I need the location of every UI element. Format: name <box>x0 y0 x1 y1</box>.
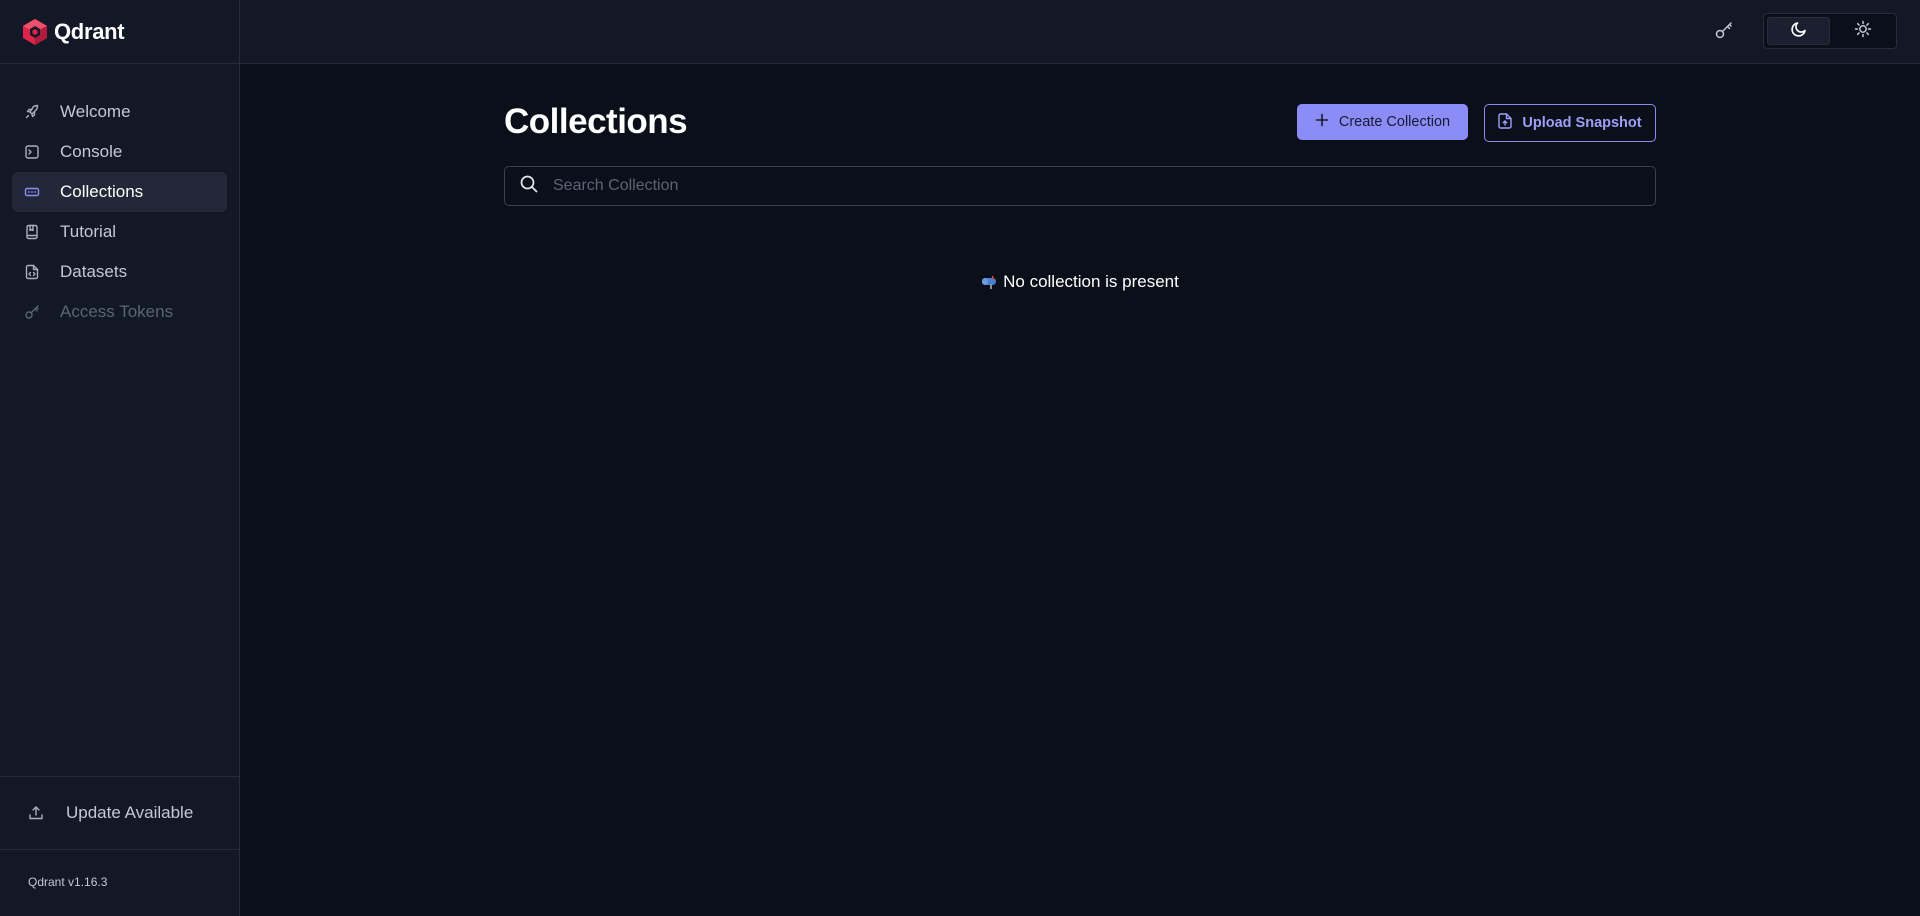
version-label: Qdrant v1.16.3 <box>28 875 108 889</box>
update-available-label: Update Available <box>66 803 194 822</box>
page-title: Collections <box>504 102 688 141</box>
topbar <box>240 0 1920 64</box>
sun-icon <box>1854 20 1872 43</box>
search-bar <box>504 166 1656 206</box>
rocket-icon <box>24 104 40 120</box>
moon-icon <box>1790 20 1808 43</box>
key-icon <box>24 304 40 320</box>
create-collection-button[interactable]: Create Collection <box>1297 104 1468 140</box>
qdrant-logo-icon <box>22 18 48 46</box>
sidebar-item-welcome[interactable]: Welcome <box>12 92 227 132</box>
search-input[interactable] <box>553 177 1655 195</box>
light-theme-button[interactable] <box>1832 17 1893 45</box>
sidebar-item-label: Access Tokens <box>60 302 174 321</box>
file-upload-icon <box>1498 113 1513 133</box>
update-available-button[interactable]: Update Available <box>0 776 239 850</box>
theme-toggle <box>1763 13 1897 49</box>
upload-snapshot-label: Upload Snapshot <box>1522 115 1642 131</box>
collections-icon <box>24 184 40 200</box>
empty-state-message: No collection is present <box>1003 272 1179 291</box>
api-key-button[interactable] <box>1712 20 1736 44</box>
sidebar-item-tutorial[interactable]: Tutorial <box>12 212 227 252</box>
sidebar-item-datasets[interactable]: Datasets <box>12 252 227 292</box>
mailbox-icon <box>981 275 997 289</box>
book-icon <box>24 224 40 240</box>
sidebar-item-label: Console <box>60 142 123 161</box>
create-collection-label: Create Collection <box>1338 114 1451 130</box>
plus-icon <box>1315 113 1329 131</box>
terminal-icon <box>24 144 40 160</box>
upload-icon <box>28 805 44 821</box>
dark-theme-button[interactable] <box>1767 17 1830 45</box>
search-icon <box>519 174 539 199</box>
brand[interactable]: Qdrant <box>0 0 239 64</box>
sidebar-item-collections[interactable]: Collections <box>12 172 227 212</box>
empty-state: No collection is present <box>504 272 1656 292</box>
upload-snapshot-button[interactable]: Upload Snapshot <box>1484 104 1656 142</box>
brand-name: Qdrant <box>54 18 125 44</box>
sidebar-item-access-tokens[interactable]: Access Tokens <box>12 292 227 332</box>
sidebar-item-label: Tutorial <box>60 222 117 241</box>
file-code-icon <box>24 264 40 280</box>
sidebar-item-console[interactable]: Console <box>12 132 227 172</box>
key-icon <box>1714 20 1734 45</box>
sidebar-nav: Welcome Console Collections Tutorial Dat… <box>0 64 239 332</box>
sidebar-item-label: Collections <box>60 182 144 201</box>
sidebar-item-label: Datasets <box>60 262 128 281</box>
sidebar-item-label: Welcome <box>60 102 131 121</box>
sidebar: Qdrant Welcome Console Collections Tutor… <box>0 0 240 916</box>
